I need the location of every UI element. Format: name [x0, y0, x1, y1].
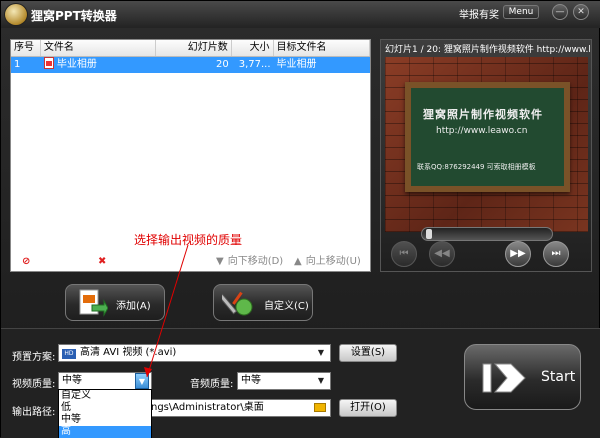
preview-caption: 幻灯片1 / 20: 狸窝照片制作视频软件 http://www.leawo.c…	[385, 45, 590, 55]
play-arrow-icon	[482, 363, 526, 393]
preset-label: 预置方案:	[12, 352, 56, 363]
preset-select[interactable]: HD 高清 AVI 视频 (*.avi) ▼	[58, 344, 331, 362]
report-link[interactable]: 举报有奖	[459, 6, 499, 21]
board-url: http://www.leawo.cn	[436, 126, 528, 136]
menu-button[interactable]: Menu	[503, 5, 539, 19]
row-slides: 20	[216, 59, 229, 70]
next-slide-icon[interactable]: ▶▶	[505, 241, 531, 267]
column-filename[interactable]: 文件名	[41, 40, 157, 56]
column-target[interactable]: 目标文件名	[274, 40, 370, 56]
row-filename: 毕业相册	[56, 59, 97, 70]
audio-quality-label: 音频质量:	[190, 379, 234, 390]
output-path-label: 输出路径:	[12, 407, 56, 418]
chevron-down-icon[interactable]: ▼	[135, 373, 149, 389]
list-header: 序号 文件名 幻灯片数 大小 目标文件名	[11, 40, 370, 57]
prev-slide-icon[interactable]: ◀◀	[429, 241, 455, 267]
chevron-down-icon: ▼	[317, 376, 325, 385]
remove-button[interactable]: ⊘ 移除(R)	[22, 252, 69, 267]
clear-button[interactable]: ✖ 清除(C)	[98, 252, 145, 267]
hd-badge-icon: HD	[62, 349, 76, 359]
arrow-down-icon: ▼	[216, 256, 224, 267]
video-quality-label: 视频质量:	[12, 379, 56, 390]
ppt-file-icon	[43, 57, 54, 69]
start-label: Start	[541, 369, 576, 385]
seek-bar[interactable]	[421, 227, 553, 241]
app-logo-icon	[4, 3, 28, 26]
row-index: 1	[14, 59, 21, 70]
minimize-button[interactable]: —	[552, 4, 568, 20]
preview-panel: 幻灯片1 / 20: 狸窝照片制作视频软件 http://www.leawo.c…	[380, 39, 592, 272]
row-size: 3,77...	[238, 59, 271, 70]
video-quality-select[interactable]: 中等 ▼	[58, 372, 152, 390]
clear-icon: ✖	[98, 256, 107, 267]
start-button[interactable]: Start	[464, 344, 581, 410]
settings-button[interactable]: 设置(S)	[339, 344, 397, 362]
app-window: 狸窝PPT转换器 举报有奖 Menu — ✕ 序号 文件名 幻灯片数 大小 目标…	[0, 0, 600, 438]
output-path-value: ngs\Administrator\桌面	[151, 402, 264, 413]
list-item[interactable]: 低	[59, 402, 151, 414]
open-button[interactable]: 打开(O)	[339, 399, 397, 417]
video-quality-dropdown[interactable]: 自定义 低 中等 高	[58, 389, 152, 438]
video-quality-value: 中等	[62, 375, 82, 386]
folder-icon[interactable]	[314, 403, 326, 412]
arrow-up-icon: ▲	[294, 256, 302, 267]
list-item[interactable]: 自定义	[59, 390, 151, 402]
custom-label: 自定义(C)	[264, 301, 309, 312]
list-toolbar: ⊘ 移除(R) ✖ 清除(C) ▼ 向下移动(D) ▲ 向上移动(U)	[10, 248, 371, 270]
preview-image: 狸窝照片制作视频软件 http://www.leawo.cn 联系QQ:8762…	[385, 57, 588, 232]
column-size[interactable]: 大小	[232, 40, 274, 56]
list-item[interactable]: 中等	[59, 414, 151, 426]
column-index[interactable]: 序号	[11, 40, 41, 56]
seek-thumb[interactable]	[426, 229, 432, 239]
add-label: 添加(A)	[116, 301, 151, 312]
app-title: 狸窝PPT转换器	[31, 9, 117, 23]
remove-label: 移除(R)	[34, 256, 70, 267]
add-file-icon	[79, 289, 108, 317]
first-slide-icon[interactable]: ⏮	[391, 241, 417, 267]
tools-icon	[222, 291, 253, 316]
board-title: 狸窝照片制作视频软件	[423, 108, 543, 121]
remove-icon: ⊘	[22, 256, 31, 267]
last-slide-icon[interactable]: ⏭	[543, 241, 569, 267]
move-up-label: 向上移动(U)	[305, 256, 361, 267]
preset-value: 高清 AVI 视频 (*.avi)	[80, 347, 177, 358]
move-down-label: 向下移动(D)	[227, 256, 284, 267]
add-button[interactable]: 添加(A)	[65, 284, 165, 321]
clear-label: 清除(C)	[110, 256, 146, 267]
chevron-down-icon: ▼	[317, 348, 325, 357]
custom-button[interactable]: 自定义(C)	[213, 284, 313, 321]
chalkboard: 狸窝照片制作视频软件 http://www.leawo.cn 联系QQ:8762…	[405, 82, 570, 192]
list-item[interactable]: 高	[59, 426, 151, 438]
close-button[interactable]: ✕	[573, 4, 589, 20]
row-target: 毕业相册	[276, 59, 317, 70]
title-bar: 狸窝PPT转换器 举报有奖 Menu — ✕	[1, 1, 600, 28]
move-up-button[interactable]: ▲ 向上移动(U)	[294, 252, 361, 267]
audio-quality-value: 中等	[241, 375, 261, 386]
column-slides[interactable]: 幻灯片数	[156, 40, 232, 56]
player-controls: ⏮ ◀◀ ▶▶ ⏭	[391, 227, 583, 267]
audio-quality-select[interactable]: 中等 ▼	[237, 372, 331, 390]
table-row[interactable]: 1 毕业相册 20 3,77... 毕业相册	[11, 57, 370, 73]
annotation-text: 选择输出视频的质量	[134, 233, 243, 247]
row-filename-cell: 毕业相册	[41, 57, 156, 73]
move-down-button[interactable]: ▼ 向下移动(D)	[216, 252, 283, 267]
board-contact: 联系QQ:876292449 可索取相册模板	[417, 163, 536, 171]
